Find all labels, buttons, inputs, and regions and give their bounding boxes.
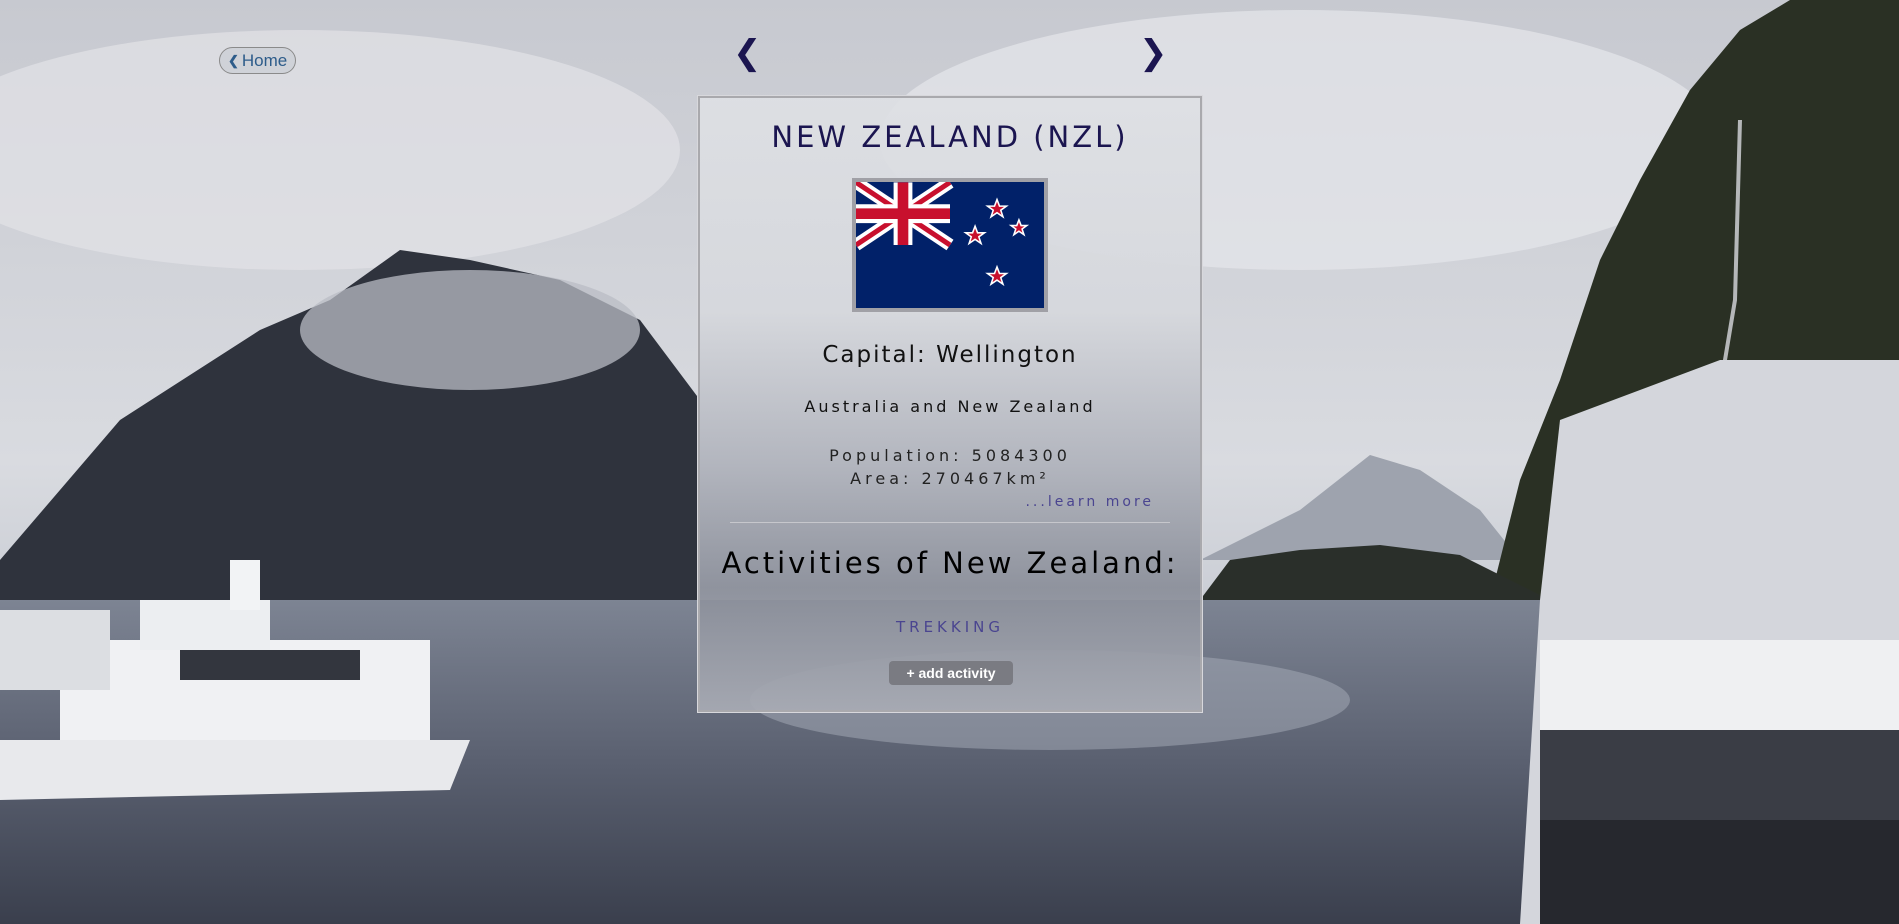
country-card: NEW ZEALAND (NZL) Capital: Wellington Au…: [697, 95, 1203, 713]
country-flag-image: [852, 178, 1048, 312]
add-activity-button[interactable]: + add activity: [889, 661, 1013, 685]
next-country-arrow[interactable]: ❯: [1139, 33, 1168, 73]
population-text: Population: 5084300: [829, 446, 1071, 465]
activity-item[interactable]: TREKKING: [700, 618, 1200, 636]
area-text: Area: 270467km²: [850, 469, 1050, 488]
capital-text: Capital: Wellington: [822, 342, 1078, 368]
previous-country-arrow[interactable]: ❮: [733, 33, 762, 73]
region-text: Australia and New Zealand: [804, 397, 1096, 416]
chevron-left-icon: ❮: [228, 53, 239, 68]
activities-heading: Activities of New Zealand:: [721, 546, 1179, 580]
section-divider: [730, 522, 1170, 523]
country-title: NEW ZEALAND (NZL): [771, 120, 1129, 154]
learn-more-link[interactable]: ...learn more: [1025, 494, 1154, 510]
home-button[interactable]: ❮ Home: [219, 47, 297, 74]
home-button-label: Home: [241, 51, 288, 70]
